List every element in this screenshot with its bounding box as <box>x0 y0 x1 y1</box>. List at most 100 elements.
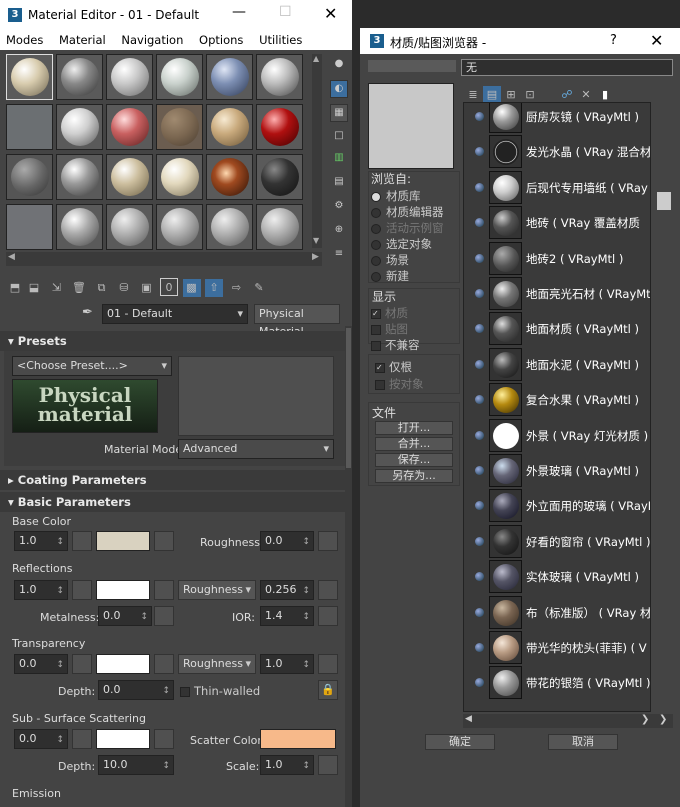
material-list-item[interactable]: 外景 ( VRay 灯光材质 ) <box>464 418 650 453</box>
sample-slot[interactable] <box>256 104 303 150</box>
sample-slot[interactable] <box>6 154 53 200</box>
browse-from-radio[interactable]: 新建 <box>371 268 444 284</box>
material-list-item[interactable]: 地砖 ( VRay 覆盖材质 <box>464 205 650 240</box>
sss-color-swatch[interactable] <box>96 729 150 749</box>
minimize-icon[interactable]: — <box>232 4 246 20</box>
sss-scale-map-button[interactable] <box>318 755 338 775</box>
sample-slot[interactable] <box>156 154 203 200</box>
sample-slot[interactable] <box>106 54 153 100</box>
eyedropper-icon[interactable]: ✒ <box>82 305 93 320</box>
reflection-color-swatch[interactable] <box>96 580 150 600</box>
reflection-weight-spinner[interactable]: 1.0 <box>14 580 68 600</box>
save-as-button[interactable]: 另存为... <box>375 469 453 483</box>
material-list-item[interactable]: 实体玻璃 ( VRayMtl ) <box>464 559 650 594</box>
browse-from-radio[interactable]: 材质库 <box>371 188 444 204</box>
material-list-item[interactable]: 地面材质 ( VRayMtl ) <box>464 311 650 346</box>
sample-slot[interactable] <box>256 54 303 100</box>
assign-to-selection-icon[interactable]: ⇲ <box>48 279 66 297</box>
reset-map-icon[interactable]: 🗑 <box>70 279 88 297</box>
metalness-map-button[interactable] <box>154 606 174 626</box>
material-list-item[interactable]: 地面水泥 ( VRayMtl ) <box>464 347 650 382</box>
material-list-item[interactable]: 厨房灰镜 ( VRayMtl ) <box>464 103 650 134</box>
transparency-roughness-dropdown[interactable]: Roughness <box>178 654 256 674</box>
ior-spinner[interactable]: 1.4 <box>260 606 314 626</box>
reflection-weight-map-button[interactable] <box>72 580 92 600</box>
options-icon[interactable]: ⚙ <box>330 198 348 216</box>
sample-slot[interactable] <box>206 104 253 150</box>
go-to-parent-icon[interactable]: ⇧ <box>205 279 223 297</box>
material-mode-dropdown[interactable]: Advanced <box>178 439 334 459</box>
sample-slot[interactable] <box>156 104 203 150</box>
open-button[interactable]: 打开... <box>375 421 453 435</box>
coating-rollout-header[interactable]: ▸ Coating Parameters <box>0 470 345 490</box>
transparency-weight-spinner[interactable]: 0.0 <box>14 654 68 674</box>
display-checkbox[interactable]: 不兼容 <box>371 337 420 353</box>
sss-weight-spinner[interactable]: 0.0 <box>14 729 68 749</box>
material-list-item[interactable]: 带花的银箔 ( VRayMtl ) <box>464 665 650 700</box>
material-list-item[interactable]: 外立面用的玻璃 ( VRayM <box>464 488 650 523</box>
sample-slot[interactable] <box>106 104 153 150</box>
base-color-map-button[interactable] <box>154 531 174 551</box>
sample-slot[interactable] <box>56 54 103 100</box>
maximize-icon[interactable]: ☐ <box>279 4 292 20</box>
transparency-depth-spinner[interactable]: 0.0 <box>98 680 174 700</box>
transparency-color-swatch[interactable] <box>96 654 150 674</box>
transparency-roughness-spinner[interactable]: 1.0 <box>260 654 314 674</box>
scatter-color-swatch[interactable] <box>260 729 336 749</box>
material-list-item[interactable]: 地面亮光石材 ( VRayMtl <box>464 276 650 311</box>
sample-slot[interactable] <box>56 104 103 150</box>
menu-utilities[interactable]: Utilities <box>259 33 302 47</box>
menu-navigation[interactable]: Navigation <box>121 33 183 47</box>
sample-slot[interactable] <box>156 54 203 100</box>
params-scrollbar[interactable] <box>345 326 352 807</box>
filter-field[interactable]: 无 <box>461 59 673 76</box>
make-unique-icon[interactable]: ⧉ <box>93 279 111 297</box>
sample-slot[interactable] <box>56 204 103 250</box>
transparency-color-map-button[interactable] <box>154 654 174 674</box>
video-color-check-icon[interactable]: ▥ <box>330 150 348 168</box>
sample-slot[interactable] <box>56 154 103 200</box>
sample-slot[interactable] <box>6 104 53 150</box>
choose-preset-dropdown[interactable]: <Choose Preset....> <box>12 356 172 376</box>
reflection-color-map-button[interactable] <box>154 580 174 600</box>
reflection-roughness-spinner[interactable]: 0.256 <box>260 580 314 600</box>
material-id-channel-icon[interactable]: ▣ <box>138 279 156 297</box>
roughness-map-button[interactable] <box>318 531 338 551</box>
base-weight-map-button[interactable] <box>72 531 92 551</box>
put-to-scene-icon[interactable]: ⬓ <box>25 279 43 297</box>
sss-color-map-button[interactable] <box>154 729 174 749</box>
material-list-item[interactable]: 后现代专用墙纸 ( VRay <box>464 170 650 205</box>
transparency-roughness-map-button[interactable] <box>318 654 338 674</box>
get-material-icon[interactable]: ⬒ <box>6 279 24 297</box>
sample-slot[interactable] <box>206 204 253 250</box>
base-color-swatch[interactable] <box>96 531 150 551</box>
menu-modes[interactable]: Modes <box>6 33 43 47</box>
material-list-item[interactable]: 外景玻璃 ( VRayMtl ) <box>464 453 650 488</box>
sample-slot[interactable] <box>106 154 153 200</box>
show-end-result-icon[interactable]: ▩ <box>182 279 201 297</box>
cancel-button[interactable]: 取消 <box>548 734 618 750</box>
background-checker-icon[interactable]: ▦ <box>330 104 348 122</box>
sample-slot[interactable] <box>256 204 303 250</box>
sample-slot[interactable] <box>156 204 203 250</box>
ior-map-button[interactable] <box>318 606 338 626</box>
lock-icon[interactable]: 🔒 <box>318 680 338 700</box>
sss-weight-map-button[interactable] <box>72 729 92 749</box>
save-button[interactable]: 保存... <box>375 453 453 467</box>
material-list-item[interactable]: 发光水晶 ( VRay 混合材 <box>464 134 650 169</box>
thin-walled-checkbox[interactable]: Thin-walled <box>180 684 260 698</box>
list-vertical-scrollbar[interactable] <box>655 102 672 714</box>
material-map-navigator-icon[interactable]: ≡ <box>330 246 348 264</box>
make-preview-icon[interactable]: ▤ <box>330 174 348 192</box>
merge-button[interactable]: 合并... <box>375 437 453 451</box>
material-list-item[interactable]: 好看的窗帘 ( VRayMtl ) <box>464 524 650 559</box>
material-list-item[interactable]: 复合水果 ( VRayMtl ) <box>464 382 650 417</box>
backlight-icon[interactable]: ◐ <box>330 80 348 98</box>
menu-material[interactable]: Material <box>59 33 106 47</box>
close-icon[interactable]: ✕ <box>324 4 337 23</box>
browse-from-radio[interactable]: 材质编辑器 <box>371 204 444 220</box>
pick-material-icon[interactable]: ✎ <box>250 279 268 297</box>
select-by-material-icon[interactable]: ⊕ <box>330 222 348 240</box>
slot-scrollbar[interactable]: ▲ ▼ <box>312 54 322 248</box>
browse-from-radio[interactable]: 选定对象 <box>371 236 444 252</box>
